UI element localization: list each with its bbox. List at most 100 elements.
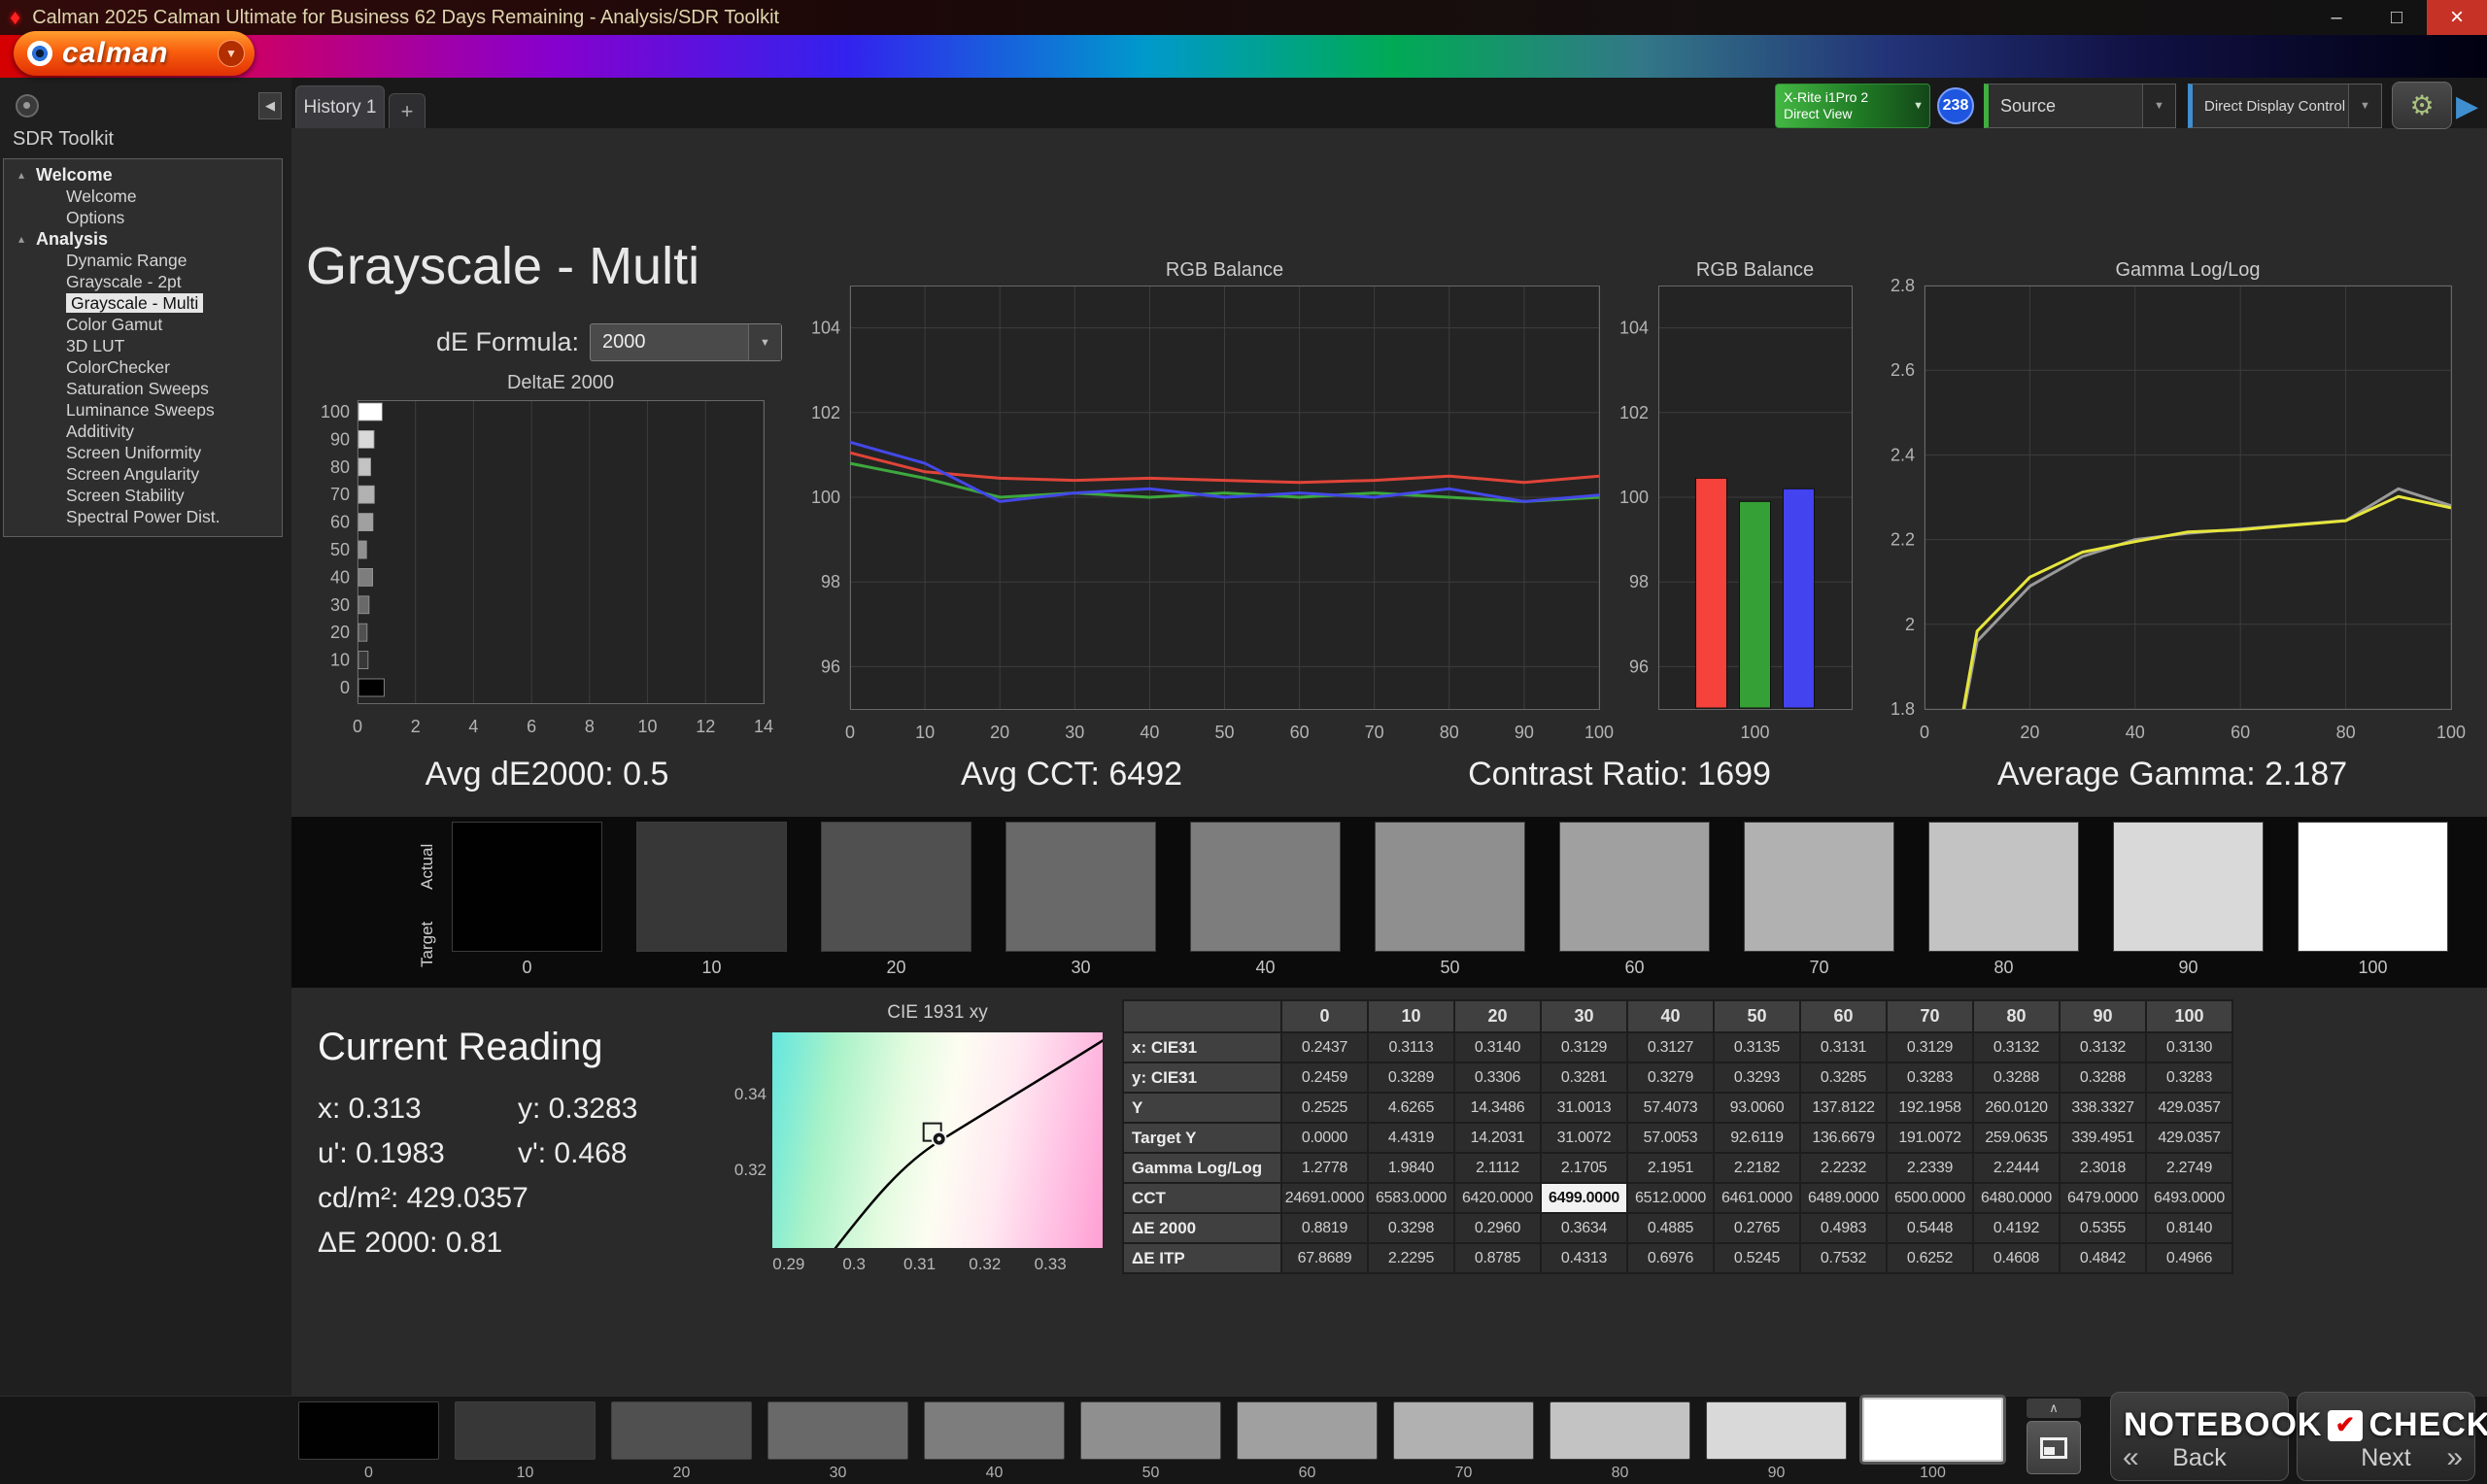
table-cell: 6493.0000 xyxy=(2146,1183,2232,1213)
cie-x-axis: 0.290.30.310.320.33 xyxy=(772,1255,1103,1276)
svg-text:0: 0 xyxy=(340,678,350,697)
table-cell: 2.2339 xyxy=(1887,1153,1973,1183)
sidebar-item-3d-lut[interactable]: 3D LUT xyxy=(4,335,282,356)
display-control-dropdown[interactable]: Direct Display Control ▼ xyxy=(2188,84,2382,128)
svg-text:60: 60 xyxy=(330,513,350,532)
meter-dropdown[interactable]: X-Rite i1Pro 2 Direct View ▼ xyxy=(1775,84,1930,128)
grayscale-patch-70 xyxy=(1744,822,1894,952)
maximize-button[interactable]: □ xyxy=(2367,0,2427,35)
sidebar-item-grayscale-2pt[interactable]: Grayscale - 2pt xyxy=(4,271,282,292)
sidebar-item-luminance-sweeps[interactable]: Luminance Sweeps xyxy=(4,399,282,421)
svg-text:70: 70 xyxy=(1365,723,1384,742)
sidebar-item-grayscale-multi[interactable]: Grayscale - Multi xyxy=(4,292,282,314)
de-formula-select[interactable]: 2000 ▼ xyxy=(590,323,782,361)
table-cell: 2.2749 xyxy=(2146,1153,2232,1183)
cie-y-axis: 0.320.34 xyxy=(712,1032,767,1248)
pattern-level-40[interactable] xyxy=(924,1401,1065,1460)
table-cell: 191.0072 xyxy=(1887,1123,1973,1153)
table-cell: 0.3298 xyxy=(1368,1213,1454,1243)
column-header-90: 90 xyxy=(2060,1000,2146,1032)
chevron-down-icon[interactable]: ▼ xyxy=(748,324,781,360)
grayscale-patch-90 xyxy=(2113,822,2264,952)
table-cell: 2.1705 xyxy=(1541,1153,1627,1183)
pattern-level-30[interactable] xyxy=(767,1401,908,1460)
session-menu-icon[interactable] xyxy=(16,94,39,118)
sidebar-item-saturation-sweeps[interactable]: Saturation Sweeps xyxy=(4,378,282,399)
pattern-level-100[interactable] xyxy=(1862,1398,2003,1462)
svg-text:100: 100 xyxy=(321,402,350,422)
pattern-level-50[interactable] xyxy=(1080,1401,1221,1460)
table-cell: 31.0072 xyxy=(1541,1123,1627,1153)
svg-text:0: 0 xyxy=(1920,723,1929,742)
table-cell: 0.2765 xyxy=(1714,1213,1800,1243)
pattern-up-button[interactable]: ∧ xyxy=(2027,1399,2081,1418)
pattern-level-90[interactable] xyxy=(1706,1401,1847,1460)
table-cell: 0.3634 xyxy=(1541,1213,1627,1243)
pattern-level-0[interactable] xyxy=(298,1401,439,1460)
cie-1931-chart xyxy=(772,1032,1103,1248)
pattern-window-button[interactable] xyxy=(2027,1421,2081,1474)
meter-mode: Direct View xyxy=(1784,106,1868,122)
pattern-level-10[interactable] xyxy=(455,1401,596,1460)
sidebar-item-additivity[interactable]: Additivity xyxy=(4,421,282,442)
current-reading-title: Current Reading xyxy=(318,1026,637,1069)
chevron-down-icon[interactable]: ▼ xyxy=(2142,84,2175,127)
advance-arrow-button[interactable]: ▶ xyxy=(2456,89,2478,123)
table-cell: 93.0060 xyxy=(1714,1093,1800,1123)
source-dropdown[interactable]: Source ▼ xyxy=(1984,84,2176,128)
svg-text:DeltaE 2000: DeltaE 2000 xyxy=(507,375,614,393)
sidebar-item-dynamic-range[interactable]: Dynamic Range xyxy=(4,250,282,271)
sidebar-item-screen-uniformity[interactable]: Screen Uniformity xyxy=(4,442,282,463)
svg-text:90: 90 xyxy=(330,429,350,449)
watermark-text-1: NOTEBOOK xyxy=(2124,1406,2322,1444)
pattern-window-icon xyxy=(2040,1437,2067,1459)
sidebar-item-spectral-power-dist-[interactable]: Spectral Power Dist. xyxy=(4,506,282,527)
grayscale-patch-10 xyxy=(636,822,787,952)
settings-button[interactable]: ⚙ xyxy=(2392,82,2452,129)
table-cell: 0.3130 xyxy=(2146,1032,2232,1062)
pattern-level-80[interactable] xyxy=(1550,1401,1690,1460)
tree-group-welcome[interactable]: ▴Welcome xyxy=(4,164,282,186)
watermark-text-2: CHECK xyxy=(2368,1406,2487,1444)
table-cell: 0.8140 xyxy=(2146,1213,2232,1243)
column-header-40: 40 xyxy=(1627,1000,1714,1032)
pattern-level-60[interactable] xyxy=(1237,1401,1378,1460)
svg-text:20: 20 xyxy=(330,623,350,642)
sidebar-item-screen-stability[interactable]: Screen Stability xyxy=(4,485,282,506)
gamma-log-chart: 0204060801001.822.22.42.62.8Gamma Log/Lo… xyxy=(1865,260,2487,746)
table-cell: 0.3288 xyxy=(2060,1062,2146,1093)
sidebar-item-screen-angularity[interactable]: Screen Angularity xyxy=(4,463,282,485)
svg-text:102: 102 xyxy=(1619,403,1649,422)
calman-app-icon: ♦ xyxy=(10,5,20,30)
close-button[interactable]: × xyxy=(2427,0,2487,35)
page-title: Grayscale - Multi xyxy=(306,236,699,296)
table-cell: 0.3135 xyxy=(1714,1032,1800,1062)
logo-dropdown-icon[interactable]: ▼ xyxy=(218,40,245,67)
table-cell: 0.3293 xyxy=(1714,1062,1800,1093)
column-header-70: 70 xyxy=(1887,1000,1973,1032)
tab-history-1[interactable]: History 1 xyxy=(295,85,385,128)
table-cell: 1.9840 xyxy=(1368,1153,1454,1183)
sidebar-item-options[interactable]: Options xyxy=(4,207,282,228)
minimize-button[interactable]: – xyxy=(2306,0,2367,35)
grayscale-patch-label: 10 xyxy=(636,958,787,978)
sidebar-collapse-button[interactable]: ◀ xyxy=(258,92,282,119)
svg-text:10: 10 xyxy=(915,723,935,742)
table-cell: 338.3327 xyxy=(2060,1093,2146,1123)
sidebar-item-colorchecker[interactable]: ColorChecker xyxy=(4,356,282,378)
svg-text:96: 96 xyxy=(1629,657,1649,676)
tree-group-analysis[interactable]: ▴Analysis xyxy=(4,228,282,250)
notebookcheck-watermark: NOTEBOOK ✔ CHECK xyxy=(2124,1406,2487,1444)
pattern-level-70[interactable] xyxy=(1393,1401,1534,1460)
chevron-down-icon[interactable]: ▼ xyxy=(2348,84,2381,127)
table-cell: 67.8689 xyxy=(1281,1243,1368,1273)
sidebar-item-color-gamut[interactable]: Color Gamut xyxy=(4,314,282,335)
pattern-level-20[interactable] xyxy=(611,1401,752,1460)
new-tab-button[interactable]: + xyxy=(389,93,426,128)
strip-row-label-actual: Actual xyxy=(418,827,437,905)
sidebar-item-welcome[interactable]: Welcome xyxy=(4,186,282,207)
grayscale-patch-label: 80 xyxy=(1928,958,2079,978)
calman-logo-button[interactable]: calman ▼ xyxy=(14,31,255,76)
stat-average-gamma: Average Gamma: 2.187 xyxy=(1997,756,2347,793)
table-cell: 0.6252 xyxy=(1887,1243,1973,1273)
